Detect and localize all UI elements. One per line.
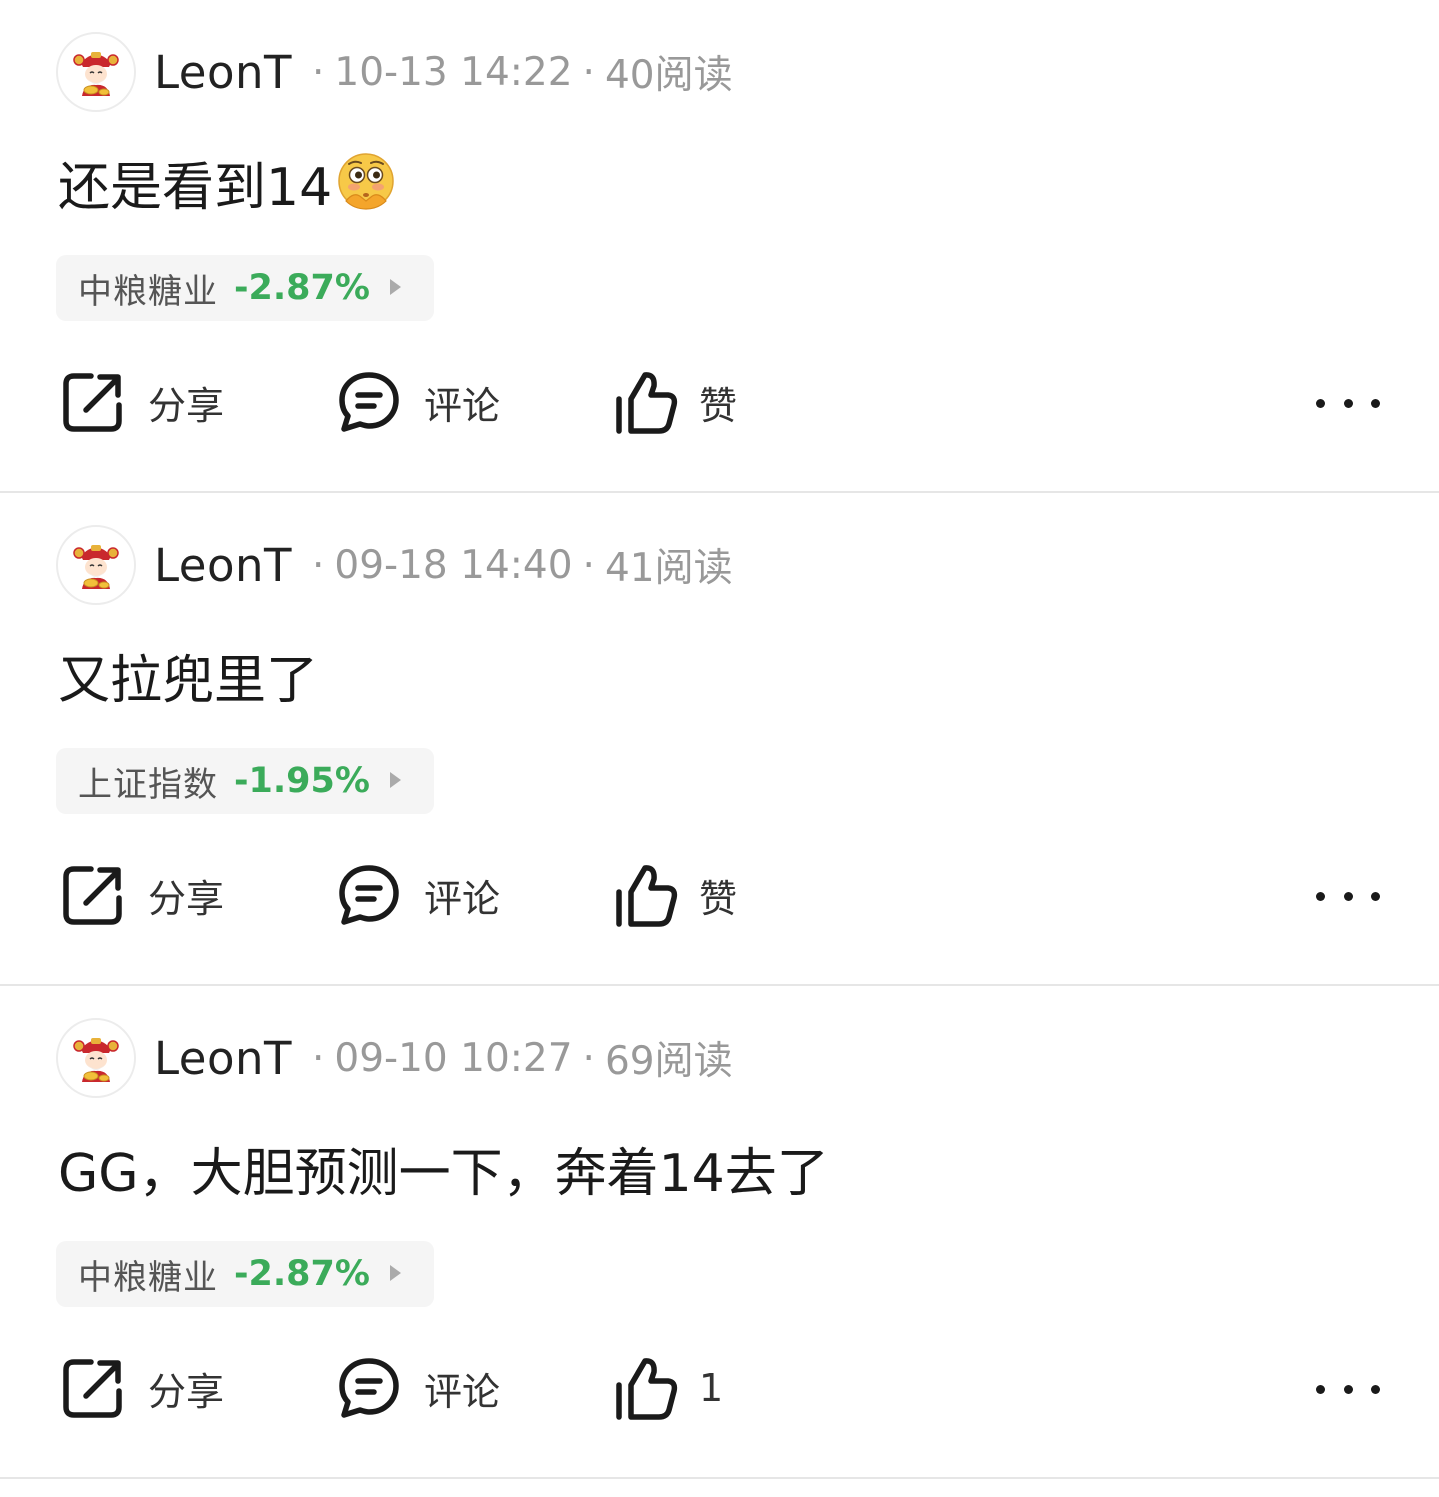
flushed-face-icon bbox=[338, 152, 394, 210]
more-icon-dot bbox=[1316, 398, 1325, 408]
comment-button[interactable]: 评论 bbox=[336, 859, 500, 931]
comment-label: 评论 bbox=[424, 383, 501, 428]
post-header: LeonT · 09-18 14:40 · 41阅读 bbox=[56, 523, 733, 607]
stock-name: 中粮糖业 bbox=[78, 1257, 218, 1298]
post-text: 还是看到14 bbox=[58, 158, 333, 218]
post-content[interactable]: 还是看到14 bbox=[58, 145, 398, 220]
stock-name: 中粮糖业 bbox=[78, 271, 218, 312]
share-button[interactable]: 分享 bbox=[60, 1352, 224, 1424]
share-button[interactable]: 分享 bbox=[60, 366, 224, 438]
comment-icon bbox=[339, 1358, 399, 1418]
like-button[interactable]: 赞 bbox=[611, 859, 737, 931]
post-time: 10-13 14:22 bbox=[334, 49, 573, 95]
comment-button[interactable]: 评论 bbox=[336, 366, 500, 438]
thumbs-up-icon bbox=[616, 372, 678, 434]
share-label: 分享 bbox=[148, 876, 225, 921]
thumbs-up-icon bbox=[616, 1358, 678, 1420]
meta-separator: · bbox=[312, 49, 325, 95]
more-icon-dot bbox=[1316, 1384, 1325, 1394]
meta-separator: · bbox=[582, 1035, 595, 1081]
meta-separator: · bbox=[582, 49, 595, 95]
stock-change: -1.95% bbox=[234, 761, 370, 801]
share-icon bbox=[63, 866, 122, 925]
action-bar: 分享 评论 1 bbox=[0, 1352, 1439, 1424]
post-meta: · 09-10 10:27 · 69阅读 bbox=[302, 1030, 733, 1086]
post-time: 09-18 14:40 bbox=[334, 542, 573, 588]
post-card[interactable]: LeonT · 10-13 14:22 · 40阅读 还是看到14 中粮糖业 -… bbox=[0, 0, 1439, 493]
post-card[interactable]: LeonT · 09-10 10:27 · 69阅读 GG，大胆预测一下，奔着1… bbox=[0, 986, 1439, 1479]
avatar[interactable] bbox=[56, 32, 136, 112]
post-content[interactable]: 又拉兜里了 bbox=[58, 638, 318, 713]
more-button[interactable] bbox=[1316, 881, 1380, 911]
avatar-caishen-icon bbox=[66, 535, 126, 595]
comment-icon bbox=[339, 372, 399, 432]
post-meta: · 09-18 14:40 · 41阅读 bbox=[302, 537, 733, 593]
more-icon-dot bbox=[1371, 398, 1380, 408]
avatar-caishen-icon bbox=[66, 42, 126, 102]
like-label: 赞 bbox=[699, 876, 738, 921]
meta-separator: · bbox=[582, 542, 595, 588]
more-icon-dot bbox=[1371, 891, 1380, 901]
caret-right-icon bbox=[390, 279, 401, 295]
post-text: GG，大胆预测一下，奔着14去了 bbox=[58, 1144, 829, 1204]
read-count: 41阅读 bbox=[604, 546, 733, 591]
thumbs-up-icon bbox=[616, 865, 678, 927]
meta-separator: · bbox=[312, 542, 325, 588]
like-button[interactable]: 1 bbox=[611, 1352, 723, 1424]
post-meta: · 10-13 14:22 · 40阅读 bbox=[302, 44, 733, 100]
stock-tag[interactable]: 上证指数 -1.95% bbox=[56, 748, 434, 814]
comment-label: 评论 bbox=[424, 1369, 501, 1414]
stock-tag[interactable]: 中粮糖业 -2.87% bbox=[56, 1241, 434, 1307]
share-button[interactable]: 分享 bbox=[60, 859, 224, 931]
like-label: 赞 bbox=[699, 383, 738, 428]
share-label: 分享 bbox=[148, 383, 225, 428]
post-feed: LeonT · 10-13 14:22 · 40阅读 还是看到14 中粮糖业 -… bbox=[0, 0, 1439, 1479]
read-count: 40阅读 bbox=[604, 53, 733, 98]
read-count: 69阅读 bbox=[604, 1039, 733, 1084]
like-button[interactable]: 赞 bbox=[611, 366, 737, 438]
author-name[interactable]: LeonT bbox=[154, 46, 292, 99]
post-content[interactable]: GG，大胆预测一下，奔着14去了 bbox=[58, 1131, 829, 1206]
post-card[interactable]: LeonT · 09-18 14:40 · 41阅读 又拉兜里了 上证指数 -1… bbox=[0, 493, 1439, 986]
post-header: LeonT · 10-13 14:22 · 40阅读 bbox=[56, 30, 733, 114]
meta-separator: · bbox=[312, 1035, 325, 1081]
more-button[interactable] bbox=[1316, 1374, 1380, 1404]
more-icon-dot bbox=[1343, 891, 1353, 901]
like-count: 1 bbox=[699, 1366, 724, 1410]
stock-change: -2.87% bbox=[234, 268, 370, 308]
more-icon-dot bbox=[1343, 398, 1353, 408]
author-name[interactable]: LeonT bbox=[154, 1032, 292, 1085]
post-header: LeonT · 09-10 10:27 · 69阅读 bbox=[56, 1016, 733, 1100]
stock-tag[interactable]: 中粮糖业 -2.87% bbox=[56, 255, 434, 321]
avatar[interactable] bbox=[56, 1018, 136, 1098]
comment-button[interactable]: 评论 bbox=[336, 1352, 500, 1424]
share-label: 分享 bbox=[148, 1369, 225, 1414]
caret-right-icon bbox=[390, 1265, 401, 1281]
post-time: 09-10 10:27 bbox=[334, 1035, 573, 1081]
more-button[interactable] bbox=[1316, 388, 1380, 418]
more-icon-dot bbox=[1316, 891, 1325, 901]
avatar-caishen-icon bbox=[66, 1028, 126, 1088]
comment-label: 评论 bbox=[424, 876, 501, 921]
stock-change: -2.87% bbox=[234, 1254, 370, 1294]
more-icon-dot bbox=[1343, 1384, 1353, 1394]
action-bar: 分享 评论 赞 bbox=[0, 859, 1439, 931]
stock-name: 上证指数 bbox=[78, 764, 218, 805]
author-name[interactable]: LeonT bbox=[154, 539, 292, 592]
share-icon bbox=[63, 1359, 122, 1418]
comment-icon bbox=[339, 865, 399, 925]
avatar[interactable] bbox=[56, 525, 136, 605]
share-icon bbox=[63, 373, 122, 432]
post-text: 又拉兜里了 bbox=[58, 651, 319, 711]
more-icon-dot bbox=[1371, 1384, 1380, 1394]
caret-right-icon bbox=[390, 772, 401, 788]
action-bar: 分享 评论 赞 bbox=[0, 366, 1439, 438]
